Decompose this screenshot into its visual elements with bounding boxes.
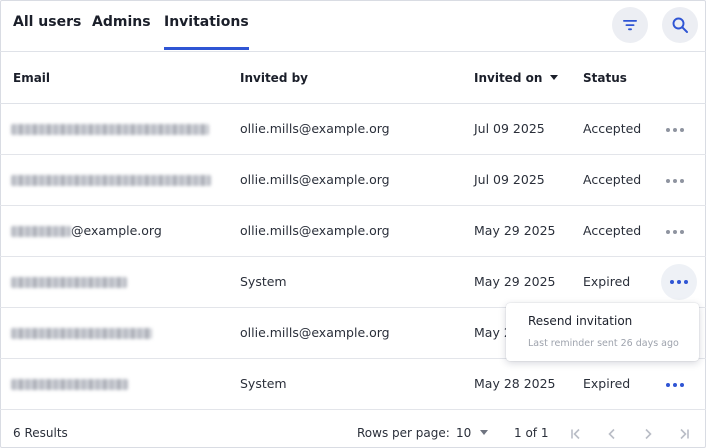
column-email[interactable]: Email xyxy=(13,71,50,85)
email-cell: @example.org xyxy=(11,223,162,238)
next-page-button[interactable] xyxy=(637,423,659,445)
more-dot xyxy=(673,179,677,183)
email-cell xyxy=(11,274,127,289)
sort-desc-icon xyxy=(550,75,559,80)
status-cell: Expired xyxy=(583,376,631,391)
redacted-email xyxy=(11,379,128,390)
first-page-button[interactable] xyxy=(565,423,587,445)
rows-per-page-select[interactable]: 10 xyxy=(456,426,489,440)
status-cell: Accepted xyxy=(583,223,642,238)
status-cell: Expired xyxy=(583,274,631,289)
prev-page-button[interactable] xyxy=(601,423,623,445)
invited-by-cell: System xyxy=(240,376,287,391)
chevron-right-icon xyxy=(645,428,652,440)
row-more-button[interactable] xyxy=(662,117,688,143)
resend-invitation-item[interactable]: Resend invitation xyxy=(528,314,632,328)
redacted-email xyxy=(11,277,127,288)
column-invited-on[interactable]: Invited on xyxy=(474,71,559,85)
tab-bar: All users Admins Invitations xyxy=(0,0,706,52)
filter-icon xyxy=(623,20,637,31)
column-invited-on-label: Invited on xyxy=(474,71,543,85)
table-footer: 6 Results Rows per page: 10 1 of 1 xyxy=(0,408,706,448)
more-dot xyxy=(666,230,670,234)
last-page-icon xyxy=(680,428,689,440)
redacted-email xyxy=(11,226,71,237)
email-cell xyxy=(11,172,211,187)
redacted-email xyxy=(11,328,152,339)
search-icon xyxy=(672,17,688,33)
more-dot xyxy=(680,179,684,183)
redacted-email xyxy=(11,175,211,186)
invited-on-cell: May 29 2025 xyxy=(474,274,556,289)
more-dot xyxy=(666,179,670,183)
more-dot xyxy=(673,128,677,132)
invited-on-cell: May 29 2025 xyxy=(474,223,556,238)
table-row[interactable]: System May 29 2025 Expired xyxy=(0,257,706,308)
table-header: Email Invited by Invited on Status xyxy=(0,53,706,104)
last-page-button[interactable] xyxy=(673,423,695,445)
more-dot xyxy=(673,230,677,234)
column-invited-by[interactable]: Invited by xyxy=(240,71,308,85)
row-actions-menu: Resend invitation Last reminder sent 26 … xyxy=(506,303,699,361)
more-dot xyxy=(684,280,688,284)
more-dot xyxy=(680,230,684,234)
invited-on-cell: Jul 09 2025 xyxy=(474,121,545,136)
row-more-button[interactable] xyxy=(662,219,688,245)
last-reminder-note: Last reminder sent 26 days ago xyxy=(528,338,679,349)
rows-per-page-label: Rows per page: xyxy=(357,426,450,440)
row-more-button[interactable] xyxy=(662,372,688,398)
more-dot xyxy=(680,383,684,387)
invited-by-cell: ollie.mills@example.org xyxy=(240,172,390,187)
rows-per-page-value: 10 xyxy=(456,426,472,440)
redacted-email xyxy=(11,124,209,135)
invited-by-cell: System xyxy=(240,274,287,289)
page-info: 1 of 1 xyxy=(514,426,549,440)
results-count: 6 Results xyxy=(13,426,68,440)
table-row[interactable]: ollie.mills@example.org Jul 09 2025 Acce… xyxy=(0,104,706,155)
filter-button[interactable] xyxy=(612,7,648,43)
row-more-button-open[interactable] xyxy=(661,264,697,300)
invited-on-cell: May 28 2025 xyxy=(474,376,556,391)
search-button[interactable] xyxy=(662,7,698,43)
email-cell xyxy=(11,121,209,136)
tab-all-users[interactable]: All users xyxy=(13,14,81,30)
tab-admins[interactable]: Admins xyxy=(92,14,151,30)
more-dot xyxy=(666,383,670,387)
more-dot xyxy=(680,128,684,132)
status-cell: Accepted xyxy=(583,172,642,187)
invited-by-cell: ollie.mills@example.org xyxy=(240,121,390,136)
invited-on-cell: Jul 09 2025 xyxy=(474,172,545,187)
status-cell: Accepted xyxy=(583,121,642,136)
table-row[interactable]: @example.org ollie.mills@example.org May… xyxy=(0,206,706,257)
email-cell xyxy=(11,325,152,340)
more-dot xyxy=(666,128,670,132)
more-dot xyxy=(677,280,681,284)
more-dot xyxy=(670,280,674,284)
row-more-button[interactable] xyxy=(662,168,688,194)
column-status[interactable]: Status xyxy=(583,71,627,85)
more-dot xyxy=(673,383,677,387)
invited-by-cell: ollie.mills@example.org xyxy=(240,223,390,238)
invited-by-cell: ollie.mills@example.org xyxy=(240,325,390,340)
table-row[interactable]: System May 28 2025 Expired xyxy=(0,359,706,410)
chevron-left-icon xyxy=(608,428,615,440)
first-page-icon xyxy=(571,428,580,440)
tab-invitations[interactable]: Invitations xyxy=(164,14,249,50)
table-row[interactable]: ollie.mills@example.org Jul 09 2025 Acce… xyxy=(0,155,706,206)
chevron-down-icon xyxy=(480,430,489,435)
email-cell xyxy=(11,376,128,391)
email-domain: @example.org xyxy=(71,223,162,238)
